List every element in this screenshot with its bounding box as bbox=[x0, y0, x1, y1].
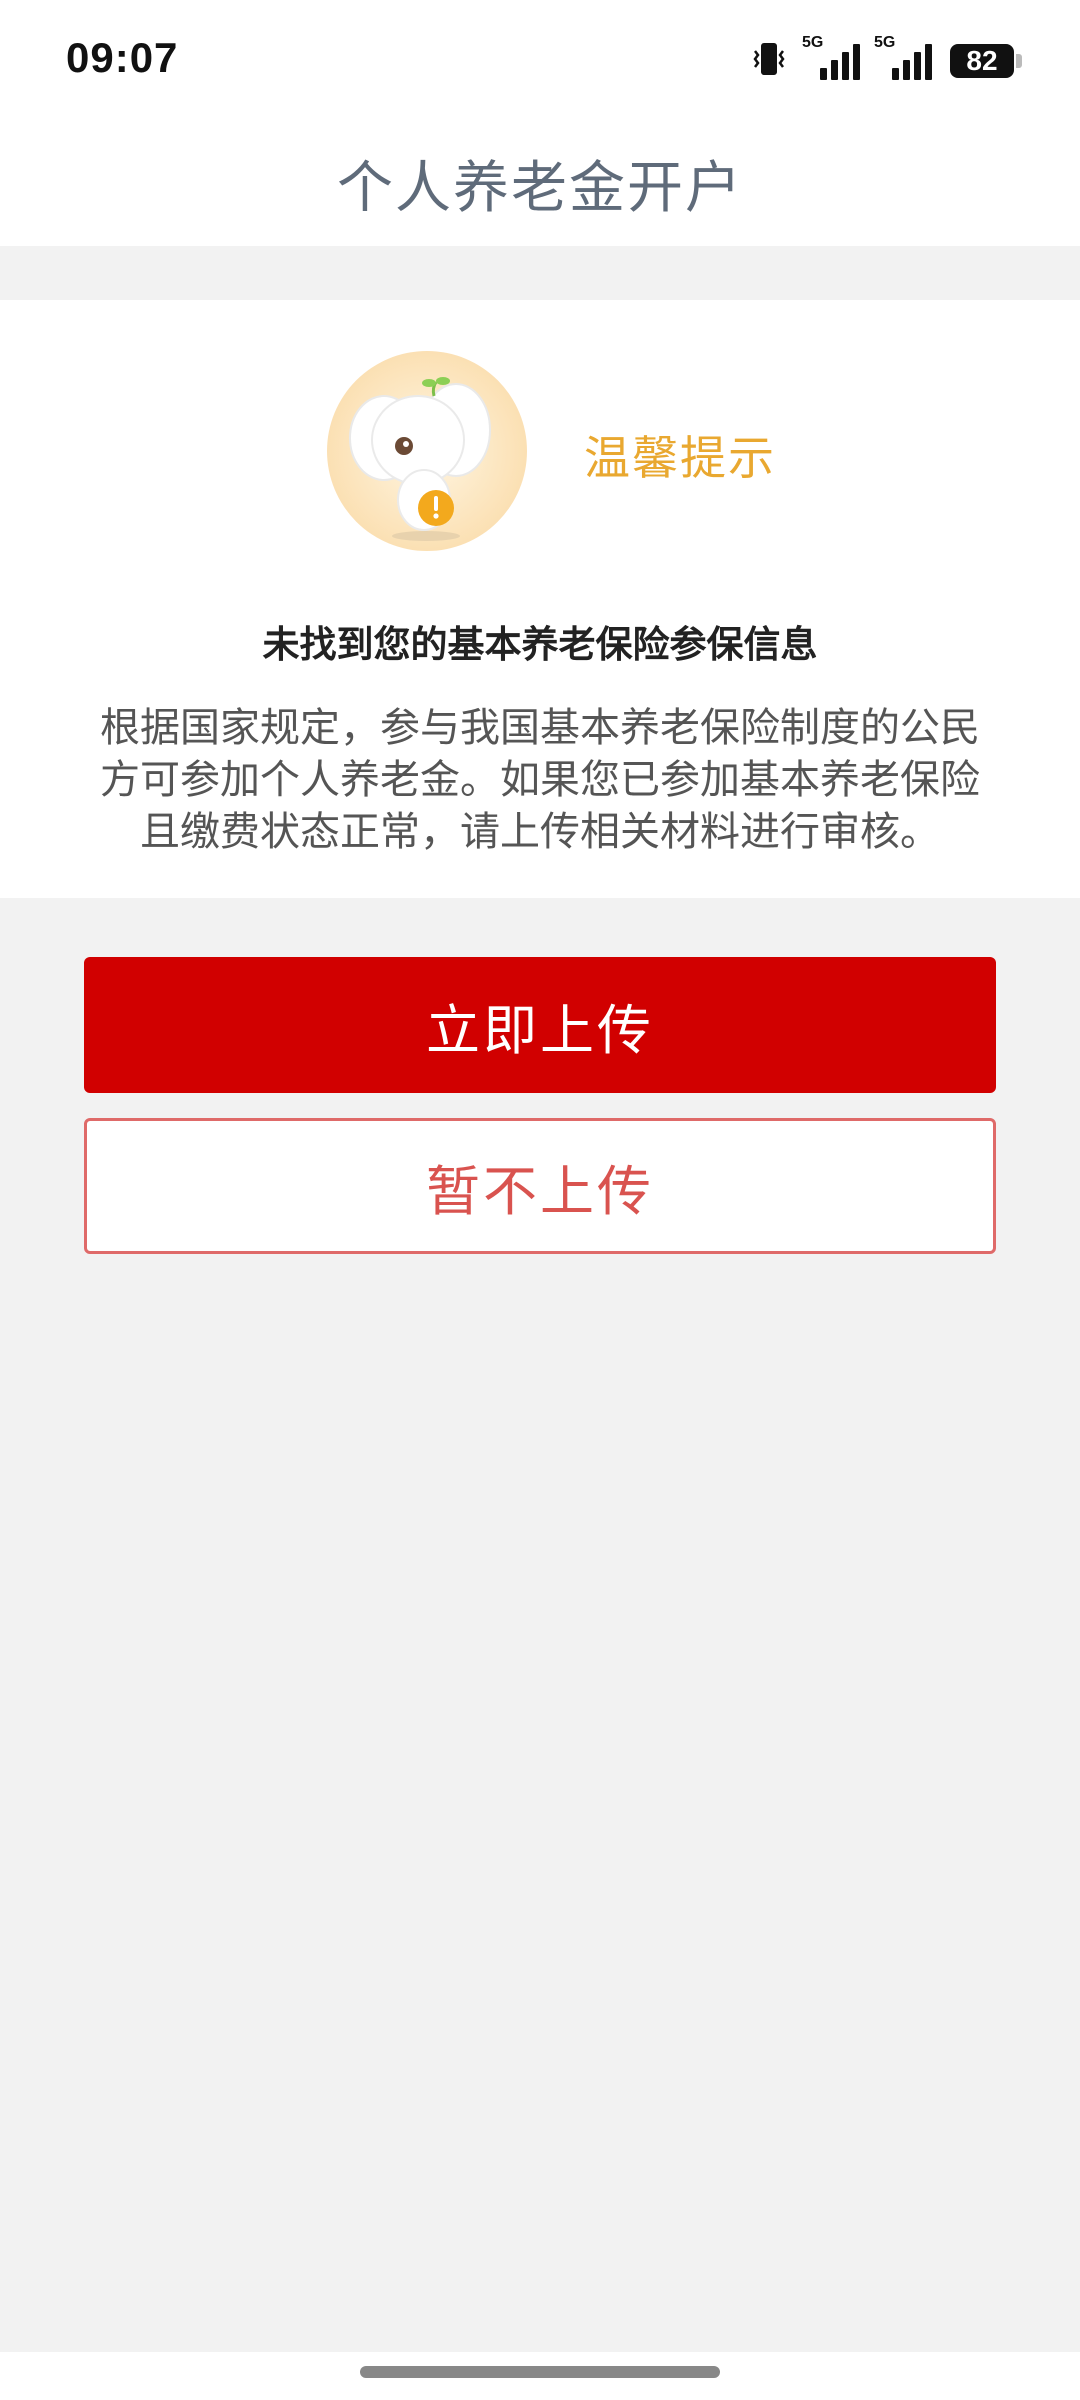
page-header: 个人养老金开户 bbox=[0, 120, 1080, 246]
battery-icon: 82 bbox=[950, 44, 1022, 78]
skip-upload-button[interactable]: 暂不上传 bbox=[84, 1118, 996, 1254]
status-bar: 09:07 5G 5G 82 bbox=[0, 0, 1080, 120]
notice-heading: 未找到您的基本养老保险参保信息 bbox=[262, 623, 818, 666]
tip-title: 温馨提示 bbox=[584, 431, 776, 485]
home-indicator[interactable] bbox=[360, 2366, 720, 2378]
status-time: 09:07 bbox=[66, 34, 179, 81]
mascot-elephant-icon bbox=[326, 350, 528, 552]
status-icons: 5G 5G 82 bbox=[750, 34, 1022, 84]
notice-body: 根据国家规定，参与我国基本养老保险制度的公民方可参加个人养老金。如果您已参加基本… bbox=[100, 705, 980, 855]
upload-now-button[interactable]: 立即上传 bbox=[84, 957, 996, 1093]
notice-card: 温馨提示 未找到您的基本养老保险参保信息 根据国家规定，参与我国基本养老保险制度… bbox=[0, 300, 1080, 898]
network-type-label: 5G bbox=[874, 34, 896, 51]
page-title: 个人养老金开户 bbox=[337, 155, 743, 221]
network-type-label: 5G bbox=[802, 34, 824, 51]
vibrate-icon bbox=[750, 39, 788, 83]
signal-icon: 5G bbox=[802, 34, 860, 80]
signal-icon: 5G bbox=[874, 34, 932, 80]
